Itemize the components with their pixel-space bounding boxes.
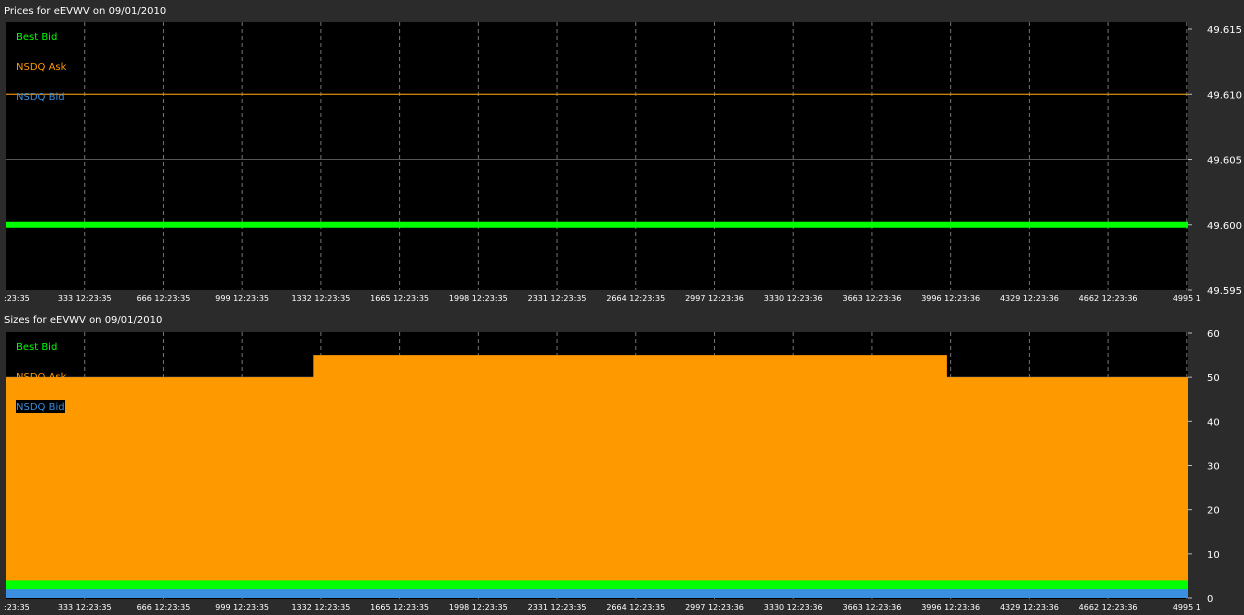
panel1-x-tick-label: :23:35 xyxy=(4,294,30,303)
panel1-x-tick-label: 3996 12:23:36 xyxy=(921,294,980,303)
panel2-x-tick-label: 1998 12:23:35 xyxy=(449,603,508,612)
charts-canvas: Best Bid NSDQ Ask NSDQ Bid :23:35 333 12:23:… xyxy=(4,22,1242,612)
panel2-y-tick-label: 10 xyxy=(1207,550,1220,561)
panel1-x-tick-label: 3330 12:23:36 xyxy=(764,294,823,303)
panel1-x-tick-label: 2997 12:23:36 xyxy=(685,294,744,303)
panel2-y-tick-label: 30 xyxy=(1207,462,1220,473)
panel2-x-tick-label: 3663 12:23:36 xyxy=(843,603,902,612)
panel1-plot-background xyxy=(6,22,1188,290)
panel1-x-tick-label: 999 12:23:35 xyxy=(215,294,269,303)
panel2-legend-nsdq-bid: NSDQ Bid xyxy=(16,402,65,413)
panel2-x-tick-label: 2997 12:23:36 xyxy=(685,603,744,612)
panel1-y-tick-label: 49.615 xyxy=(1207,25,1242,36)
panel1-legend-nsdq-ask: NSDQ Ask xyxy=(16,62,67,73)
panel1-x-tick-label: 4662 12:23:36 xyxy=(1079,294,1138,303)
panel2-x-tick-label: 333 12:23:35 xyxy=(58,603,112,612)
panel2-series-nsdq-ask xyxy=(6,355,1188,598)
panel2-legend-nsdq-ask: NSDQ Ask xyxy=(16,372,67,383)
panel2-x-tick-label: :23:35 xyxy=(4,603,30,612)
panel1-x-tick-label: 2664 12:23:35 xyxy=(606,294,665,303)
panel2-x-tick-label: 999 12:23:35 xyxy=(215,603,269,612)
panel2-series-nsdq-bid xyxy=(6,589,1188,598)
panel2-y-tick-label: 20 xyxy=(1207,506,1220,517)
panel1-y-tick-label: 49.605 xyxy=(1207,156,1242,167)
panel2-x-tick-label: 2331 12:23:35 xyxy=(528,603,587,612)
panel1-x-tick-label: 3663 12:23:36 xyxy=(843,294,902,303)
panel2-legend-best-bid: Best Bid xyxy=(16,342,57,353)
panel2-y-tick-label: 60 xyxy=(1207,329,1220,340)
panel2-x-tick-label: 1665 12:23:35 xyxy=(370,603,429,612)
panel2-y-tick-label: 50 xyxy=(1207,373,1220,384)
panel1-x-tick-label: 4995 1 xyxy=(1173,294,1201,303)
panel1-y-tick-label: 49.600 xyxy=(1207,221,1242,232)
panel1-x-tick-label: 666 12:23:35 xyxy=(137,294,191,303)
panel1-legend-nsdq-bid: NSDQ Bid xyxy=(16,92,65,103)
panel1-y-tick-label: 49.610 xyxy=(1207,90,1242,101)
panel2-x-tick-label: 4995 1 xyxy=(1173,603,1201,612)
panel2-y-tick-label: 0 xyxy=(1207,594,1213,605)
panel1-x-tick-label: 4329 12:23:36 xyxy=(1000,294,1059,303)
panel2-x-tick-label: 4662 12:23:36 xyxy=(1079,603,1138,612)
panel1-x-tick-label: 333 12:23:35 xyxy=(58,294,112,303)
panel2-x-tick-label: 1332 12:23:35 xyxy=(291,603,350,612)
panel2-x-tick-label: 4329 12:23:36 xyxy=(1000,603,1059,612)
panel2-x-tick-label: 3330 12:23:36 xyxy=(764,603,823,612)
panel2-x-tick-label: 2664 12:23:35 xyxy=(606,603,665,612)
panel1-x-tick-label: 1332 12:23:35 xyxy=(291,294,350,303)
panel2-x-tick-label: 3996 12:23:36 xyxy=(921,603,980,612)
panel2-y-tick-label: 40 xyxy=(1207,417,1220,428)
panel1-x-tick-label: 1665 12:23:35 xyxy=(370,294,429,303)
panel2-x-tick-label: 666 12:23:35 xyxy=(137,603,191,612)
panel1-legend-best-bid: Best Bid xyxy=(16,32,57,43)
panel1-x-tick-label: 2331 12:23:35 xyxy=(528,294,587,303)
panel1-x-tick-label: 1998 12:23:35 xyxy=(449,294,508,303)
panel1-y-tick-label: 49.595 xyxy=(1207,286,1242,297)
